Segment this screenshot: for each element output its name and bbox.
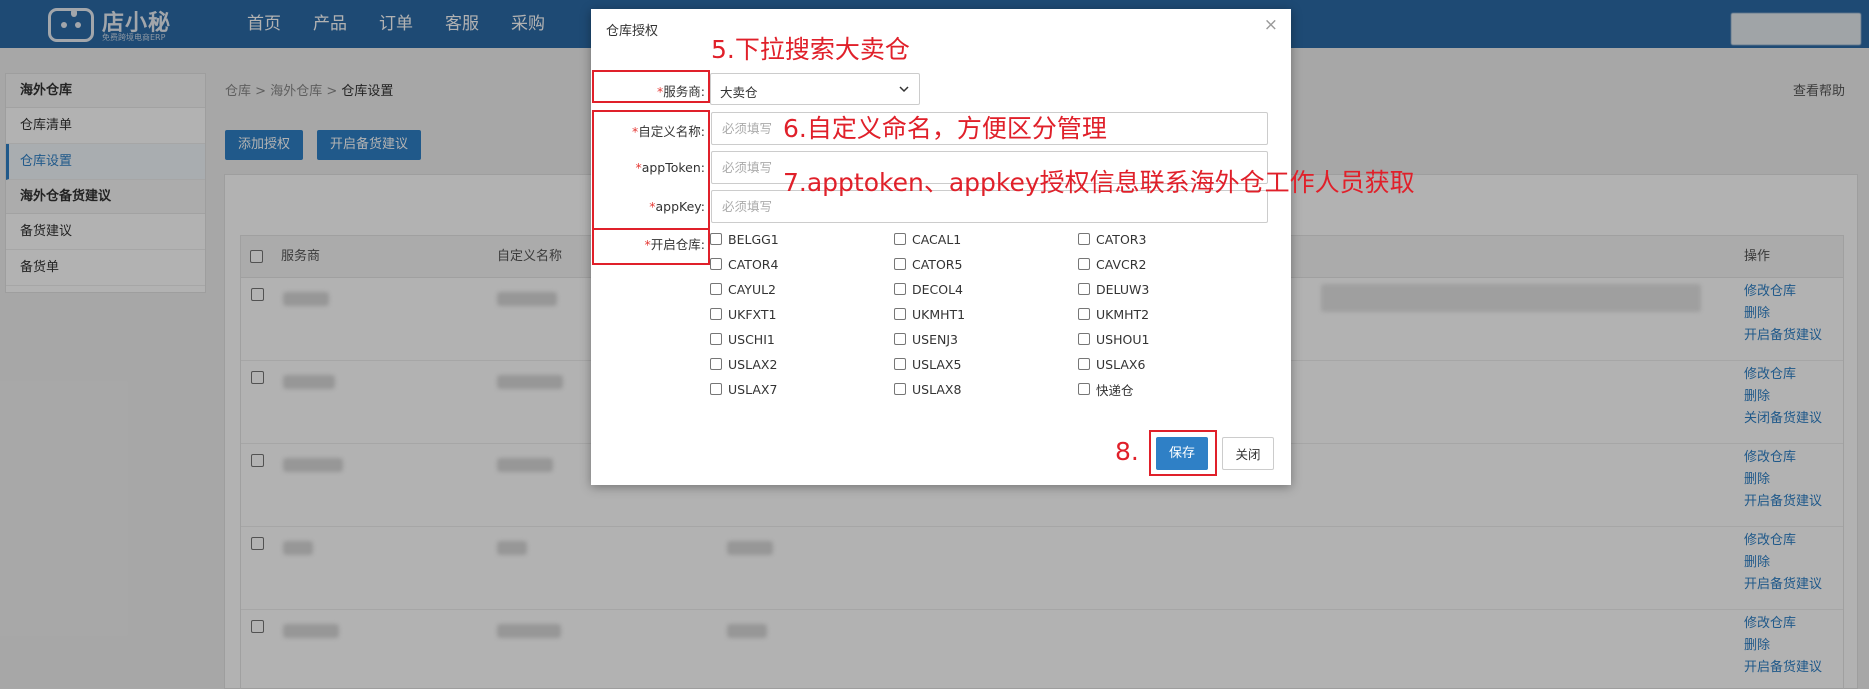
warehouse-option[interactable]: CAVCR2 (1078, 256, 1262, 272)
close-icon[interactable]: × (1264, 15, 1278, 35)
warehouse-option[interactable]: UKMHT2 (1078, 306, 1262, 322)
warehouse-checkbox[interactable] (894, 233, 906, 245)
warehouse-checkbox[interactable] (894, 333, 906, 345)
warehouse-checkbox[interactable] (710, 283, 722, 295)
warehouse-option[interactable]: CATOR5 (894, 256, 1078, 272)
warehouse-option[interactable]: UKMHT1 (894, 306, 1078, 322)
warehouse-checkbox[interactable] (710, 383, 722, 395)
warehouse-checkbox[interactable] (1078, 383, 1090, 395)
warehouse-option[interactable]: USHOU1 (1078, 331, 1262, 347)
warehouse-option[interactable]: DECOL4 (894, 281, 1078, 297)
warehouse-checkbox-grid: BELGG1 CACAL1 CATOR3 CATOR4 CATOR5 CAVCR… (710, 231, 1270, 398)
warehouse-checkbox[interactable] (710, 258, 722, 270)
warehouse-checkbox[interactable] (1078, 233, 1090, 245)
dialog-title: 仓库授权 (606, 24, 659, 39)
warehouse-option[interactable]: BELGG1 (710, 231, 894, 247)
warehouse-checkbox[interactable] (894, 308, 906, 320)
warehouse-auth-dialog: 仓库授权 × *服务商: 大卖仓 *自定义名称: *appToken: *app… (591, 9, 1415, 485)
warehouse-checkbox[interactable] (894, 358, 906, 370)
warehouse-checkbox[interactable] (1078, 308, 1090, 320)
warehouse-option[interactable]: DELUW3 (1078, 281, 1262, 297)
warehouse-option[interactable]: CATOR3 (1078, 231, 1262, 247)
warehouse-checkbox[interactable] (710, 333, 722, 345)
warehouse-checkbox[interactable] (894, 258, 906, 270)
warehouse-option[interactable]: 快递仓 (1078, 381, 1262, 398)
warehouse-option[interactable]: USCHI1 (710, 331, 894, 347)
annotation-step8: 8. (1115, 437, 1139, 466)
warehouse-checkbox[interactable] (710, 308, 722, 320)
chevron-down-icon (899, 86, 909, 93)
warehouse-option[interactable]: CATOR4 (710, 256, 894, 272)
close-button[interactable]: 关闭 (1222, 437, 1274, 470)
warehouse-option[interactable]: CAYUL2 (710, 281, 894, 297)
warehouse-checkbox[interactable] (710, 358, 722, 370)
provider-select[interactable]: 大卖仓 (710, 73, 920, 105)
annotation-step7: 7.apptoken、appkey授权信息联系海外仓工作人员获取 (783, 168, 1415, 197)
warehouse-option[interactable]: UKFXT1 (710, 306, 894, 322)
annotation-box-warehouses (592, 228, 710, 265)
warehouse-checkbox[interactable] (894, 383, 906, 395)
warehouse-option[interactable]: USLAX8 (894, 381, 1078, 397)
annotation-step6: 6.自定义命名，方便区分管理 (783, 114, 1107, 143)
warehouse-option[interactable]: USENJ3 (894, 331, 1078, 347)
warehouse-option[interactable]: USLAX5 (894, 356, 1078, 372)
warehouse-checkbox[interactable] (1078, 358, 1090, 370)
warehouse-checkbox[interactable] (1078, 283, 1090, 295)
provider-selected-value: 大卖仓 (720, 85, 758, 100)
annotation-box-provider (592, 70, 710, 103)
annotation-box-credentials (592, 110, 710, 230)
warehouse-option[interactable]: USLAX7 (710, 381, 894, 397)
warehouse-checkbox[interactable] (1078, 333, 1090, 345)
warehouse-checkbox[interactable] (710, 233, 722, 245)
warehouse-option[interactable]: USLAX6 (1078, 356, 1262, 372)
annotation-step5: 5.下拉搜索大卖仓 (711, 35, 910, 64)
warehouse-option[interactable]: USLAX2 (710, 356, 894, 372)
annotation-box-save (1149, 430, 1217, 476)
warehouse-checkbox[interactable] (1078, 258, 1090, 270)
warehouse-checkbox[interactable] (894, 283, 906, 295)
warehouse-option[interactable]: CACAL1 (894, 231, 1078, 247)
